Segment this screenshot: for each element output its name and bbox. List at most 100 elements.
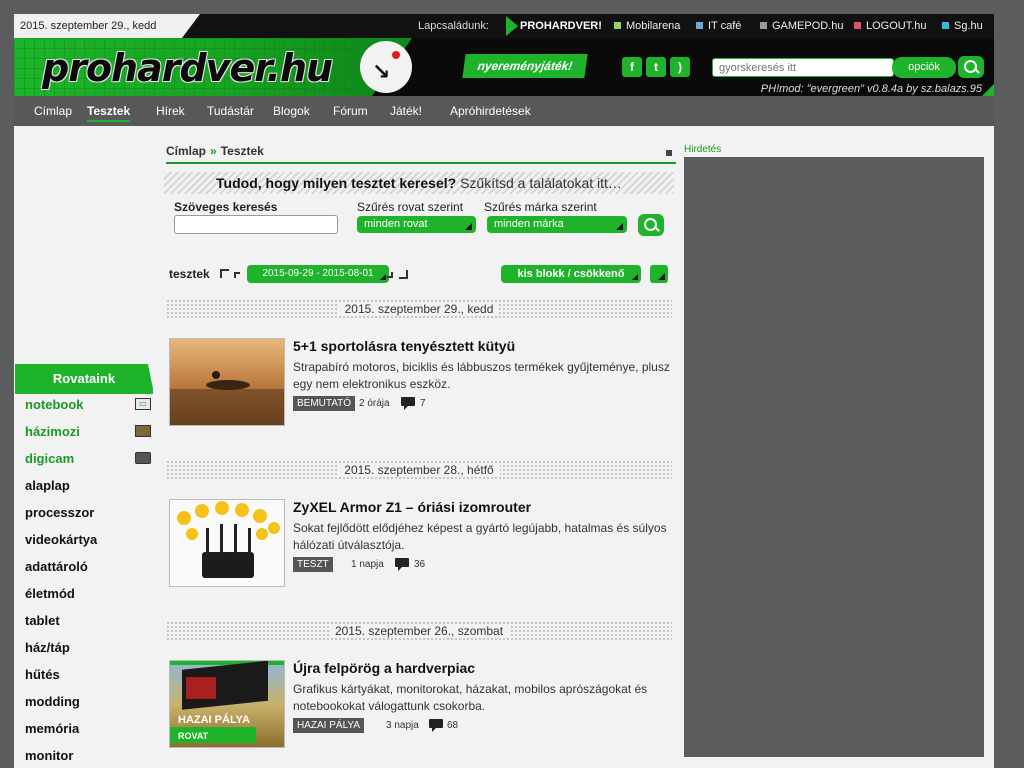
sidebar-item-hutes[interactable]: hűtés — [25, 661, 153, 688]
nav-forum[interactable]: Fórum — [333, 96, 368, 126]
nav-jatek[interactable]: Játék! — [390, 96, 422, 126]
filter-banner[interactable]: Tudod, hogy milyen tesztet keresel? Szűk… — [164, 172, 674, 194]
date-range-select[interactable]: 2015-09-29 - 2015-08-01 — [247, 265, 389, 283]
tv-icon — [135, 425, 151, 437]
nav-cimlap[interactable]: Címlap — [34, 96, 72, 126]
breadcrumb-current: Tesztek — [220, 144, 264, 158]
text-search-input[interactable] — [174, 215, 338, 234]
sidebar-item-modding[interactable]: modding — [25, 688, 153, 715]
listing-label: tesztek — [169, 267, 210, 281]
ad-label: Hirdetés — [684, 144, 722, 155]
sidebar-item-eletmod[interactable]: életmód — [25, 580, 153, 607]
facebook-icon[interactable]: f — [622, 57, 642, 77]
breadcrumb: Címlap » Tesztek — [166, 144, 676, 164]
article-tag[interactable]: BEMUTATÓ — [293, 396, 356, 411]
current-date: 2015. szeptember 29., kedd — [14, 14, 200, 38]
twitter-icon[interactable]: t — [646, 57, 666, 77]
sidebar-item-digicam[interactable]: digicam — [25, 445, 153, 472]
date-separator: 2015. szeptember 29., kedd — [166, 299, 672, 319]
site-header: prohardver.hu ↘ nyereményjáték! f t ) op… — [14, 38, 994, 96]
page-content: Rovataink notebook ▭ házimozi digicam ala… — [14, 126, 994, 768]
site-link-mobilarena[interactable]: Mobilarena — [614, 14, 680, 38]
site-link-itcafe[interactable]: IT café — [696, 14, 741, 38]
article-tag[interactable]: HAZAI PÁLYA — [293, 718, 364, 733]
article-thumbnail[interactable] — [169, 338, 285, 426]
nav-aprohirdetesek[interactable]: Apróhirdetések — [450, 96, 531, 126]
brand-filter-select[interactable]: minden márka — [487, 216, 627, 233]
sidebar-item-adattarolo[interactable]: adattároló — [25, 553, 153, 580]
article-title[interactable]: 5+1 sportolásra tenyésztett kütyü — [293, 338, 515, 354]
search-icon[interactable] — [638, 214, 664, 236]
article-thumbnail[interactable] — [169, 499, 285, 587]
article-time: 2 órája — [359, 398, 390, 409]
promo-button[interactable]: nyereményjáték! — [462, 54, 588, 78]
thumb-title-text: HAZAI PÁLYA — [178, 713, 250, 726]
article-title[interactable]: Újra felpörög a hardverpiac — [293, 660, 475, 676]
text-search-label: Szöveges keresés — [174, 200, 278, 214]
site-link-prohardver[interactable]: PROHARDVER! — [506, 16, 602, 36]
view-mode-select[interactable]: kis blokk / csökkenő — [501, 265, 641, 283]
site-link-sg[interactable]: Sg.hu — [942, 14, 983, 38]
nav-hirek[interactable]: Hírek — [156, 96, 185, 126]
section-filter-select[interactable]: minden rovat — [357, 216, 476, 233]
nav-tudastar[interactable]: Tudástár — [207, 96, 254, 126]
rss-icon[interactable]: ) — [670, 57, 690, 77]
sidebar-item-videokartya[interactable]: videokártya — [25, 526, 153, 553]
article-tag[interactable]: TESZT — [293, 557, 333, 572]
comment-icon[interactable] — [395, 558, 409, 571]
sidebar-item-memoria[interactable]: memória — [25, 715, 153, 742]
comment-count[interactable]: 7 — [420, 396, 426, 411]
sidebar-item-tablet[interactable]: tablet — [25, 607, 153, 634]
article-title[interactable]: ZyXEL Armor Z1 – óriási izomrouter — [293, 499, 531, 515]
site-link-logout[interactable]: LOGOUT.hu — [854, 14, 927, 38]
nav-tesztek[interactable]: Tesztek — [87, 96, 131, 126]
sort-asc-small-icon[interactable] — [234, 272, 240, 278]
article-description: Grafikus kártyákat, monitorokat, házakat… — [293, 682, 648, 713]
section-filter-label: Szűrés rovat szerint — [357, 200, 464, 214]
quick-search-input[interactable] — [712, 58, 894, 77]
square-icon — [666, 150, 672, 156]
nav-blogok[interactable]: Blogok — [273, 96, 310, 126]
article-time: 3 napja — [386, 720, 419, 731]
date-separator: 2015. szeptember 26., szombat — [166, 621, 672, 641]
article-time: 1 napja — [351, 559, 384, 570]
comment-count[interactable]: 36 — [414, 557, 425, 572]
article-item[interactable]: ZyXEL Armor Z1 – óriási izomrouter Sokat… — [169, 499, 674, 589]
notebook-icon: ▭ — [135, 398, 151, 410]
search-icon[interactable] — [958, 56, 984, 78]
sidebar-item-hazimozi[interactable]: házimozi — [25, 418, 153, 445]
sidebar-item-haz-tap[interactable]: ház/táp — [25, 634, 153, 661]
view-options-button[interactable] — [650, 265, 668, 283]
article-item[interactable]: HAZAI PÁLYA ROVAT Újra felpörög a hardve… — [169, 660, 674, 750]
sidebar-item-monitor[interactable]: monitor — [25, 742, 153, 768]
sidebar-title: Rovataink — [15, 364, 154, 394]
breadcrumb-home[interactable]: Címlap — [166, 144, 206, 158]
ad-banner[interactable] — [684, 157, 984, 757]
sort-desc-icon[interactable] — [399, 270, 408, 279]
sidebar-item-alaplap[interactable]: alaplap — [25, 472, 153, 499]
main-nav: Címlap Tesztek Hírek Tudástár Blogok Fór… — [14, 96, 994, 126]
top-bar: 2015. szeptember 29., kedd Lapcsaládunk:… — [14, 14, 994, 38]
site-logo[interactable]: prohardver.hu — [42, 46, 333, 90]
breadcrumb-separator: » — [210, 144, 217, 158]
logo-cursor-icon[interactable]: ↘ — [360, 41, 412, 93]
article-description: Strapabíró motoros, biciklis és lábbuszo… — [293, 360, 670, 391]
comment-icon[interactable] — [401, 397, 415, 410]
sidebar-item-processzor[interactable]: processzor — [25, 499, 153, 526]
thumb-subtitle-text: ROVAT — [178, 731, 209, 741]
site-link-gamepod[interactable]: GAMEPOD.hu — [760, 14, 844, 38]
search-options-button[interactable]: opciók — [892, 57, 956, 78]
sidebar-item-notebook[interactable]: notebook ▭ — [25, 391, 153, 418]
brand-filter-label: Szűrés márka szerint — [484, 200, 597, 214]
article-description: Sokat fejlődött elődjéhez képest a gyárt… — [293, 521, 667, 552]
date-separator: 2015. szeptember 28., hétfő — [166, 460, 672, 480]
site-family-label: Lapcsaládunk: — [418, 20, 489, 32]
sort-asc-icon[interactable] — [220, 269, 229, 278]
article-item[interactable]: 5+1 sportolásra tenyésztett kütyü Strapa… — [169, 338, 674, 428]
sort-desc-small-icon[interactable] — [387, 272, 393, 278]
comment-count[interactable]: 68 — [447, 718, 458, 733]
article-thumbnail[interactable]: HAZAI PÁLYA ROVAT — [169, 660, 285, 748]
version-label: PH!mod: "evergreen" v0.8.4a by sz.balazs… — [760, 83, 982, 95]
camera-icon — [135, 452, 151, 464]
comment-icon[interactable] — [429, 719, 443, 732]
